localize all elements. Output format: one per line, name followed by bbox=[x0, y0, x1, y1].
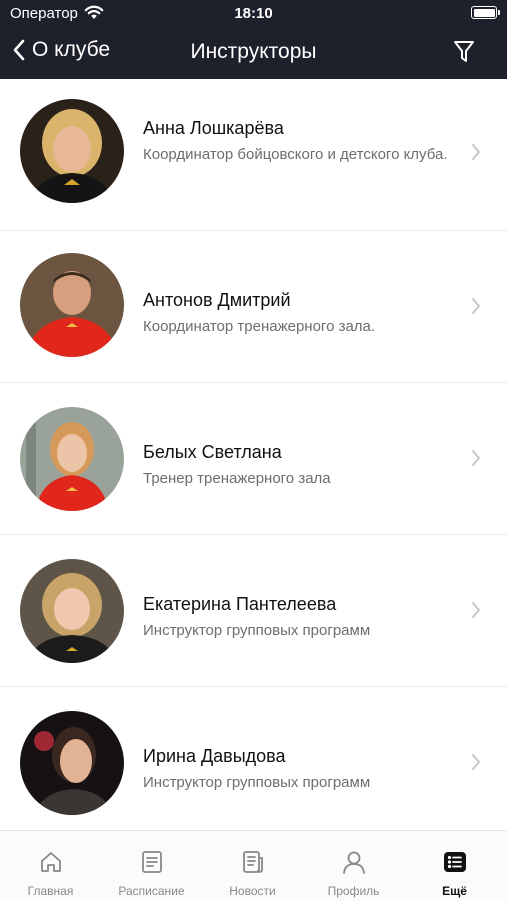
tab-label: Профиль bbox=[327, 884, 380, 898]
tab-profile[interactable]: Профиль bbox=[303, 831, 404, 901]
instructor-name: Белых Светлана bbox=[143, 442, 282, 462]
instructor-photo bbox=[20, 711, 124, 815]
chevron-right-icon bbox=[471, 753, 481, 776]
chevron-right-icon bbox=[471, 601, 481, 624]
instructor-photo bbox=[20, 99, 124, 203]
tab-label: Главная bbox=[27, 884, 74, 898]
tab-news[interactable]: Новости bbox=[202, 831, 303, 901]
instructor-role: Координатор тренажерного зала. bbox=[143, 318, 376, 335]
instructor-name: Ирина Давыдова bbox=[143, 746, 286, 766]
clock: 18:10 bbox=[234, 5, 273, 22]
tab-label: Ещё bbox=[442, 884, 467, 898]
instructor-row[interactable]: Екатерина Пантелеева Инструктор групповы… bbox=[0, 535, 507, 687]
instructor-name: Антонов Дмитрий bbox=[143, 290, 291, 310]
navigation-bar: О клубе Инструкторы bbox=[0, 28, 507, 79]
instructor-name: Екатерина Пантелеева bbox=[143, 594, 337, 614]
chevron-right-icon bbox=[471, 297, 481, 320]
instructor-list: Анна Лошкарёва Координатор бойцовского и… bbox=[0, 79, 507, 839]
instructor-row[interactable]: Антонов Дмитрий Координатор тренажерного… bbox=[0, 231, 507, 383]
instructor-row[interactable]: Ирина Давыдова Инструктор групповых прог… bbox=[0, 687, 507, 839]
profile-icon bbox=[341, 849, 367, 880]
tab-bar: Главная Расписание Новости Профиль Ещё bbox=[0, 830, 507, 901]
instructor-role: Координатор бойцовского и детского клуба… bbox=[143, 146, 448, 163]
tab-home[interactable]: Главная bbox=[0, 831, 101, 901]
app-header: Оператор 18:10 О клубе Инструкторы bbox=[0, 0, 507, 79]
schedule-icon bbox=[139, 849, 165, 880]
more-icon bbox=[442, 849, 468, 880]
tab-label: Расписание bbox=[118, 884, 185, 898]
instructor-photo bbox=[20, 559, 124, 663]
battery-icon bbox=[471, 6, 500, 19]
instructor-photo bbox=[20, 407, 124, 511]
status-bar: Оператор 18:10 bbox=[0, 0, 507, 28]
tab-more[interactable]: Ещё bbox=[404, 831, 505, 901]
instructor-role: Инструктор групповых программ bbox=[143, 622, 371, 639]
chevron-right-icon bbox=[471, 143, 481, 166]
instructor-role: Инструктор групповых программ bbox=[143, 774, 371, 791]
instructor-photo bbox=[20, 253, 124, 357]
news-icon bbox=[240, 849, 266, 880]
instructor-role: Тренер тренажерного зала bbox=[143, 470, 331, 487]
page-title: Инструкторы bbox=[190, 40, 317, 63]
chevron-right-icon bbox=[471, 449, 481, 472]
instructor-row[interactable]: Белых Светлана Тренер тренажерного зала bbox=[0, 383, 507, 535]
filter-button[interactable] bbox=[453, 40, 475, 69]
tab-label: Новости bbox=[229, 884, 276, 898]
filter-icon bbox=[453, 41, 475, 68]
home-icon bbox=[38, 849, 64, 880]
tab-schedule[interactable]: Расписание bbox=[101, 831, 202, 901]
instructor-row[interactable]: Анна Лошкарёва Координатор бойцовского и… bbox=[0, 79, 507, 231]
instructor-name: Анна Лошкарёва bbox=[143, 118, 284, 138]
